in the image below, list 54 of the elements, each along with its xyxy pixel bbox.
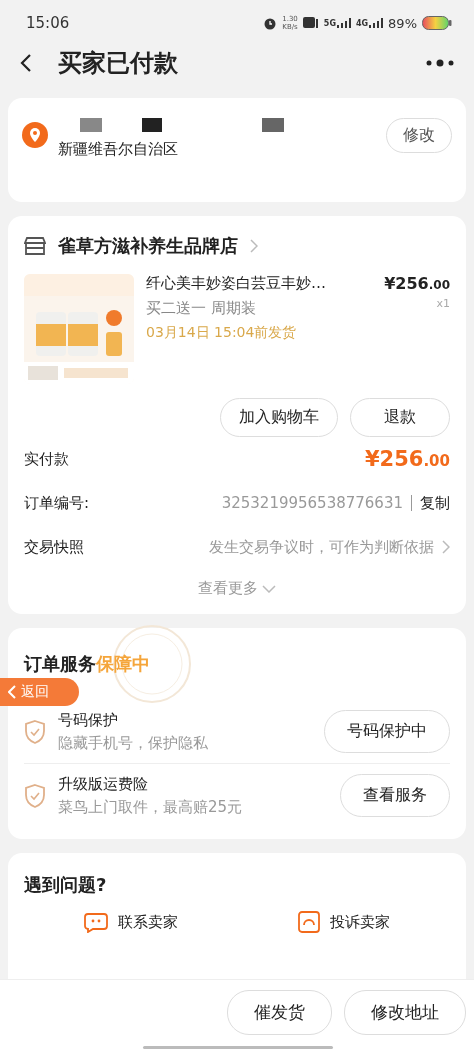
hd-icon xyxy=(302,17,319,29)
service-name: 升级版运费险 xyxy=(58,774,149,794)
service-button[interactable]: 查看服务 xyxy=(340,774,450,817)
more-icon[interactable] xyxy=(426,59,454,67)
product-quantity: x1 xyxy=(436,297,450,310)
paid-amount: ¥256.00 xyxy=(364,447,450,471)
product-price: ¥256.00 xyxy=(384,274,450,293)
change-address-button[interactable]: 修改地址 xyxy=(344,990,466,1035)
alarm-icon xyxy=(263,16,278,30)
chevron-down-icon[interactable] xyxy=(262,584,276,593)
order-number-label: 订单编号: xyxy=(24,493,90,513)
signal-icon xyxy=(369,18,384,28)
edit-address-button[interactable]: 修改 xyxy=(386,118,452,153)
paid-label: 实付款 xyxy=(24,449,69,469)
refund-button[interactable]: 退款 xyxy=(350,398,450,437)
page-title: 买家已付款 xyxy=(58,48,179,79)
chevron-right-icon[interactable] xyxy=(442,540,450,554)
ship-deadline: 03月14日 15:04前发货 xyxy=(146,324,298,342)
problem-option[interactable]: 联系卖家 xyxy=(118,912,178,932)
chat-icon[interactable] xyxy=(84,911,108,933)
redaction-block xyxy=(142,118,162,132)
order-number: 3253219956538776631 xyxy=(221,494,403,512)
product-spec: 买二送一 周期装 xyxy=(146,299,257,318)
chevron-right-icon[interactable] xyxy=(250,239,258,253)
chevron-left-icon xyxy=(8,685,17,699)
redaction-block xyxy=(262,118,284,132)
shield-check-icon xyxy=(24,783,46,808)
store-name[interactable]: 雀草方滋补养生品牌店 xyxy=(58,234,238,258)
store-icon xyxy=(24,236,46,256)
product-title[interactable]: 纤心美丰妙姿白芸豆丰妙… xyxy=(146,274,373,293)
redaction-block xyxy=(80,118,102,132)
service-description: 隐藏手机号，保护隐私 xyxy=(58,733,209,753)
add-to-cart-button[interactable]: 加入购物车 xyxy=(220,398,338,437)
signal-icon xyxy=(336,18,351,28)
status-time: 15:06 xyxy=(26,14,70,32)
network-type: 5G xyxy=(323,19,336,28)
service-button[interactable]: 号码保护中 xyxy=(324,710,450,753)
copy-link[interactable]: 复制 xyxy=(420,493,450,513)
problem-option[interactable]: 投诉卖家 xyxy=(330,912,390,932)
complaint-icon[interactable] xyxy=(298,911,320,933)
back-icon[interactable] xyxy=(20,53,32,73)
battery-percent: 89% xyxy=(388,15,417,31)
service-description: 菜鸟上门取件，最高赔25元 xyxy=(58,797,244,817)
location-pin-icon xyxy=(22,122,48,148)
urge-shipping-button[interactable]: 催发货 xyxy=(227,990,332,1035)
address-region: 新疆维吾尔自治区 xyxy=(58,140,179,159)
network-type: 4G xyxy=(355,19,369,28)
service-name: 号码保护 xyxy=(58,710,119,730)
protection-status: 保障中 xyxy=(96,652,150,676)
section-title: 订单服务 xyxy=(24,652,96,676)
battery-icon xyxy=(422,16,452,30)
snapshot-label: 交易快照 xyxy=(24,537,84,557)
shield-check-icon xyxy=(24,719,46,744)
section-title: 遇到问题? xyxy=(24,874,107,895)
